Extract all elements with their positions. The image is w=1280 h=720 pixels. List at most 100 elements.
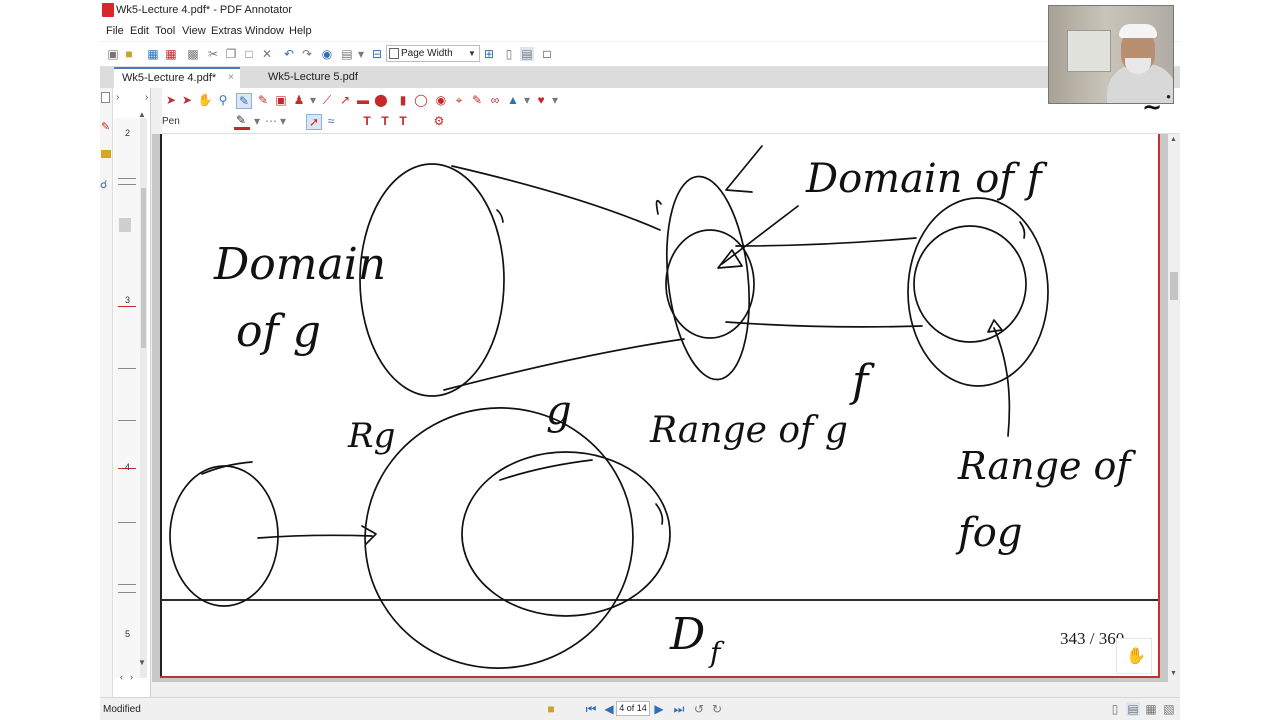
paste-icon[interactable]: □ bbox=[242, 47, 256, 61]
eraser-icon[interactable]: ▮ bbox=[396, 93, 410, 107]
text-top-icon[interactable]: T bbox=[360, 114, 374, 128]
straighten-icon[interactable]: ≈ bbox=[324, 114, 338, 128]
document-scrollbar[interactable]: ▲ ▼ bbox=[1168, 134, 1180, 682]
menu-file[interactable]: File bbox=[106, 25, 124, 37]
close-icon[interactable]: × bbox=[228, 69, 234, 87]
last-page-icon[interactable]: ⏭ bbox=[672, 702, 686, 716]
copy-icon[interactable]: ❐ bbox=[224, 47, 238, 61]
single-page-view-icon[interactable]: ▯ bbox=[1108, 702, 1122, 716]
menu-help[interactable]: Help bbox=[289, 25, 312, 37]
magnifier-icon[interactable]: ⚲ bbox=[216, 93, 230, 107]
open-folder-icon[interactable]: ■ bbox=[122, 47, 136, 61]
marker-icon[interactable]: ✎ bbox=[256, 93, 270, 107]
facing-pages-view-icon[interactable]: ▦ bbox=[1144, 702, 1158, 716]
insert-image-icon[interactable]: ▲ bbox=[506, 93, 520, 107]
page-thumbnails[interactable] bbox=[114, 118, 140, 678]
camera-icon[interactable]: ◉ bbox=[434, 93, 448, 107]
folder-icon[interactable] bbox=[101, 150, 111, 158]
smooth-stroke-icon[interactable]: ➚ bbox=[306, 114, 322, 130]
page-number-field[interactable]: 4 of 14 bbox=[616, 701, 650, 716]
print-icon[interactable]: ▩ bbox=[186, 47, 200, 61]
save-icon[interactable]: ▦ bbox=[146, 47, 160, 61]
tab-lecture-4[interactable]: Wk5-Lecture 4.pdf* × bbox=[114, 67, 240, 88]
arrow-icon[interactable]: ↗ bbox=[338, 93, 352, 107]
forward-icon[interactable]: ↻ bbox=[710, 702, 724, 716]
select-arrow-icon[interactable]: ➤ bbox=[164, 93, 178, 107]
text-strike-icon[interactable]: T bbox=[396, 114, 410, 128]
pen-color-icon[interactable]: ✎ bbox=[234, 113, 248, 127]
document-view[interactable]: Domain of g Domain of f g f Rg Range of … bbox=[152, 134, 1168, 682]
next-page-icon[interactable]: ▶ bbox=[652, 702, 666, 716]
line-icon[interactable]: ⟋ bbox=[320, 93, 334, 107]
chevron-down-icon[interactable]: ▾ bbox=[548, 93, 562, 107]
thumbnail-scrollbar[interactable] bbox=[140, 118, 147, 678]
pen-icon[interactable]: ✎ bbox=[236, 93, 252, 109]
touch-drawing-icon[interactable]: ⚙ bbox=[432, 114, 446, 128]
chevron-down-icon[interactable]: ▾ bbox=[354, 47, 368, 61]
range-g-ellipse bbox=[665, 175, 751, 381]
tab-lecture-5[interactable]: Wk5-Lecture 5.pdf bbox=[260, 67, 384, 88]
continuous-page-view-icon[interactable]: ▤ bbox=[1126, 702, 1140, 716]
menu-window[interactable]: Window bbox=[245, 25, 284, 37]
thumbnail-line bbox=[118, 184, 136, 185]
back-icon[interactable]: ↺ bbox=[692, 702, 706, 716]
zoom-in-icon[interactable]: ⊞ bbox=[482, 47, 496, 61]
zoom-out-icon[interactable]: ⊟ bbox=[370, 47, 384, 61]
lasso-icon[interactable]: ◯ bbox=[414, 93, 428, 107]
menu-tool[interactable]: Tool bbox=[155, 25, 175, 37]
new-document-icon[interactable]: ▣ bbox=[106, 47, 120, 61]
chevron-down-icon[interactable]: ▾ bbox=[520, 93, 534, 107]
menu-extras[interactable]: Extras bbox=[211, 25, 242, 37]
menu-edit[interactable]: Edit bbox=[130, 25, 149, 37]
pdf-page[interactable]: Domain of g Domain of f g f Rg Range of … bbox=[160, 134, 1160, 676]
menu-view[interactable]: View bbox=[182, 25, 206, 37]
chevron-up-icon[interactable]: ▲ bbox=[1170, 136, 1177, 143]
binoculars-icon[interactable]: ◉ bbox=[320, 47, 334, 61]
cone-bottom-line bbox=[443, 338, 685, 391]
zoom-select[interactable]: Page Width ▼ bbox=[386, 45, 480, 62]
stamp-icon[interactable]: ♟ bbox=[292, 93, 306, 107]
link-icon[interactable]: ∞ bbox=[488, 93, 502, 107]
select-text-icon[interactable]: ➤ bbox=[180, 93, 194, 107]
chevron-right-icon[interactable]: › bbox=[130, 672, 133, 682]
chevron-down-icon[interactable]: ▼ bbox=[1170, 670, 1177, 677]
touch-hand-button[interactable]: ✋ bbox=[1116, 638, 1152, 674]
fullscreen-icon[interactable]: □ bbox=[540, 47, 554, 61]
brush-icon[interactable]: ✎ bbox=[470, 93, 484, 107]
ellipse-icon[interactable]: ⬤ bbox=[374, 93, 388, 107]
textbox-icon[interactable]: ▣ bbox=[274, 93, 288, 107]
first-page-icon[interactable]: ⏮ bbox=[584, 702, 598, 716]
chevron-down-icon[interactable]: ▾ bbox=[250, 114, 264, 128]
folder-icon[interactable]: ■ bbox=[544, 702, 558, 716]
save-as-icon[interactable]: ▦ bbox=[164, 47, 178, 61]
scrollbar-thumb[interactable] bbox=[141, 188, 146, 348]
rectangle-icon[interactable]: ▬ bbox=[356, 93, 370, 107]
continuous-facing-view-icon[interactable]: ▧ bbox=[1162, 702, 1176, 716]
crop-icon[interactable]: ⌖ bbox=[452, 93, 466, 107]
page-setup-icon[interactable]: ▤ bbox=[340, 47, 354, 61]
cut-icon[interactable]: ✂ bbox=[206, 47, 220, 61]
favorites-heart-icon[interactable]: ♥ bbox=[534, 93, 548, 107]
handwriting-range-fog-1: Range of bbox=[957, 444, 1136, 488]
chevron-right-icon[interactable]: › bbox=[116, 92, 119, 103]
hand-icon[interactable]: ✋ bbox=[198, 93, 213, 107]
text-bottom-icon[interactable]: T bbox=[378, 114, 392, 128]
page-icon[interactable] bbox=[101, 92, 110, 103]
delete-icon[interactable]: ✕ bbox=[260, 47, 274, 61]
pen-icon[interactable]: ✎ bbox=[101, 120, 110, 133]
chevron-up-icon[interactable]: ▲ bbox=[138, 110, 146, 119]
chevron-down-icon[interactable]: ▾ bbox=[306, 93, 320, 107]
chevron-down-icon[interactable]: ▾ bbox=[276, 114, 290, 128]
scrollbar-thumb[interactable] bbox=[1170, 272, 1178, 300]
thumbnail-page-number: 4 bbox=[125, 462, 131, 472]
single-page-icon[interactable]: ▯ bbox=[502, 47, 516, 61]
redo-icon[interactable]: ↷ bbox=[300, 47, 314, 61]
chevron-down-icon[interactable]: ▼ bbox=[138, 658, 146, 667]
chevron-left-icon[interactable]: ‹ bbox=[120, 672, 123, 682]
continuous-view-icon[interactable]: ▤ bbox=[520, 47, 534, 61]
attachment-icon[interactable]: ☌ bbox=[100, 178, 107, 191]
handwriting-range-fog-2: fog bbox=[955, 510, 1023, 556]
chevron-right-icon[interactable]: › bbox=[145, 92, 148, 103]
undo-icon[interactable]: ↶ bbox=[282, 47, 296, 61]
previous-page-icon[interactable]: ◀ bbox=[602, 702, 616, 716]
